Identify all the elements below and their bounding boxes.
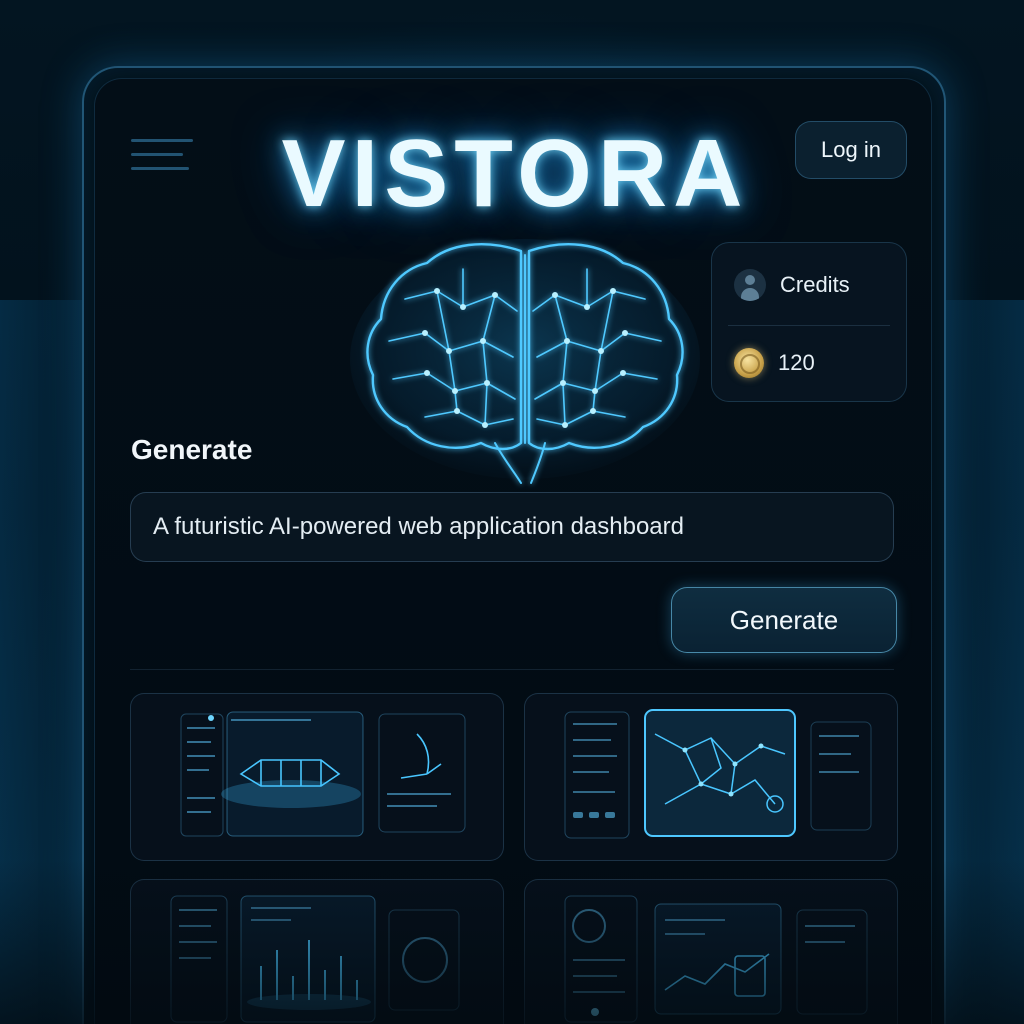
- dashboard-preview-image: [180, 711, 466, 837]
- brain-icon: [350, 239, 700, 484]
- hamburger-icon: [131, 139, 193, 142]
- dashboard-preview-image: [564, 895, 868, 1023]
- dashboard-preview-image: [564, 709, 872, 839]
- credits-balance-row: 120: [734, 343, 815, 383]
- generate-button[interactable]: Generate: [671, 587, 897, 653]
- result-thumbnail[interactable]: [130, 693, 504, 861]
- credits-amount: 120: [778, 350, 815, 375]
- dashboard-preview-image: [170, 895, 460, 1023]
- credits-divider: [728, 325, 890, 326]
- credits-header-row: Credits: [734, 265, 850, 305]
- section-divider: [130, 669, 894, 670]
- credits-card: Credits 120: [711, 242, 907, 402]
- result-thumbnail[interactable]: [130, 879, 504, 1024]
- user-avatar-icon: [734, 269, 766, 301]
- result-thumbnail[interactable]: [524, 693, 898, 861]
- prompt-input[interactable]: [130, 492, 894, 562]
- app-stage: VISTORA Log in Credits 120 Generate A fu…: [0, 0, 1024, 1024]
- credits-label: Credits: [780, 272, 850, 297]
- result-thumbnail[interactable]: [524, 879, 898, 1024]
- login-button[interactable]: Log in: [795, 121, 907, 179]
- app-screen: VISTORA Log in Credits 120 Generate A fu…: [94, 78, 932, 1024]
- hamburger-menu-button[interactable]: [131, 135, 195, 175]
- brand-logo: VISTORA: [281, 120, 749, 227]
- generate-section-title: Generate: [131, 434, 253, 465]
- coin-icon: [734, 348, 764, 378]
